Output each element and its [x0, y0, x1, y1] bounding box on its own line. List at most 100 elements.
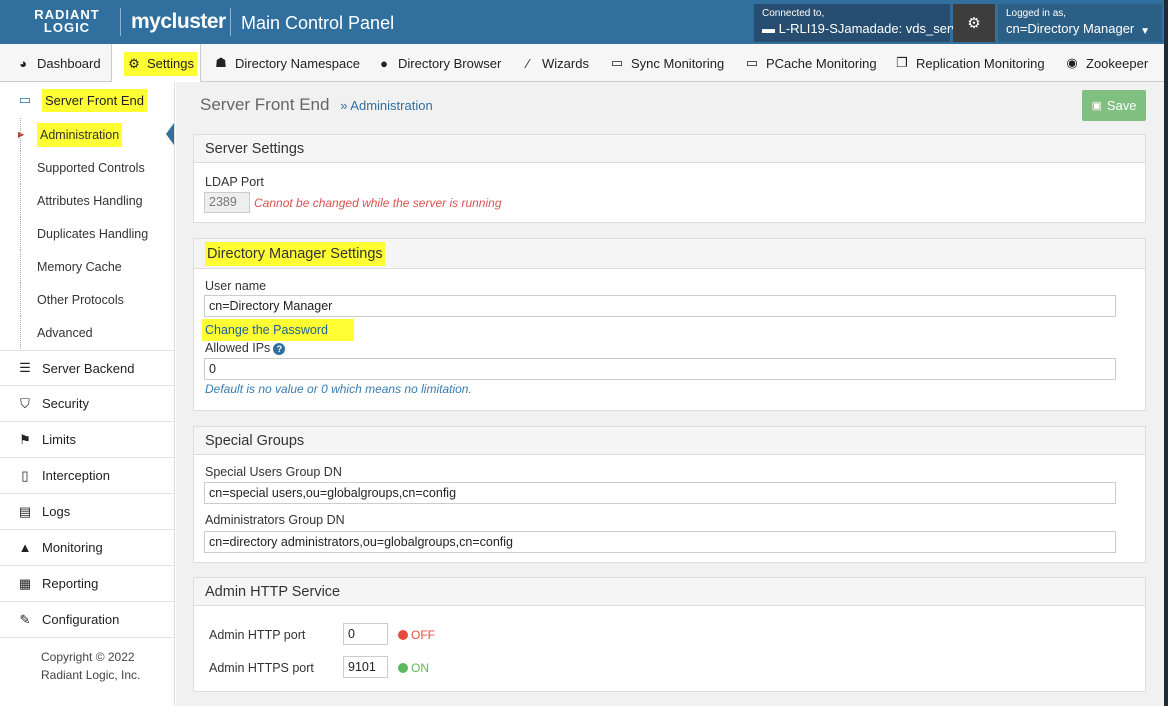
save-label: Save — [1106, 98, 1137, 113]
sidebar-item-duplicates-handling[interactable]: Duplicates Handling — [20, 217, 175, 250]
sidebar-item-label: Supported Controls — [37, 160, 145, 175]
app-frame: RADIANT LOGIC mycluster Main Control Pan… — [0, 0, 1164, 706]
https-status-label: ON — [411, 661, 429, 675]
administrators-label: Administrators Group DN — [205, 513, 345, 527]
sidebar-item-label: Memory Cache — [37, 259, 122, 274]
top-header: RADIANT LOGIC mycluster Main Control Pan… — [0, 0, 1164, 44]
sidebar-section-server-backend[interactable]: ☰ Server Backend — [0, 350, 175, 386]
tab-directory-browser[interactable]: ● Directory Browser — [377, 44, 501, 82]
gear-icon: ⚙ — [967, 15, 981, 32]
tab-replication-monitoring[interactable]: ❐ Replication Monitoring — [895, 44, 1044, 82]
card-title: Special Groups — [194, 427, 1145, 455]
admin-http-port-field[interactable]: 0 — [343, 623, 388, 645]
logo-line2: LOGIC — [43, 20, 91, 35]
breadcrumb-title: Server Front End — [200, 95, 330, 114]
tab-label: Directory Browser — [398, 55, 502, 71]
sidebar-section-interception[interactable]: ▯ Interception — [0, 458, 175, 494]
sidebar-item-attributes-handling[interactable]: Attributes Handling — [20, 184, 175, 217]
allowed-ips-label-wrap: Allowed IPs? — [205, 341, 286, 355]
tab-pcache-monitoring[interactable]: ▭ PCache Monitoring — [745, 44, 877, 82]
http-status[interactable]: OFF — [398, 628, 435, 642]
active-item-marker — [166, 123, 174, 145]
special-users-label: Special Users Group DN — [205, 465, 342, 479]
radiant-logic-logo[interactable]: RADIANT LOGIC — [26, 8, 108, 36]
sidebar-item-advanced[interactable]: Advanced — [20, 316, 175, 349]
flag-icon: ⚑ — [19, 431, 31, 447]
tab-label: Dashboard — [37, 55, 101, 71]
https-status[interactable]: ON — [398, 661, 429, 675]
allowed-ips-hint: Default is no value or 0 which means no … — [205, 382, 472, 396]
connected-label: Connected to, — [762, 8, 825, 19]
administrators-field[interactable]: cn=directory administrators,ou=globalgro… — [204, 531, 1116, 553]
ldap-port-field: 2389 — [204, 192, 250, 213]
sidebar-section-limits[interactable]: ⚑ Limits — [0, 422, 175, 458]
settings-gear-button[interactable]: ⚙ — [953, 4, 995, 42]
allowed-ips-label: Allowed IPs — [205, 341, 271, 355]
panel-title: Main Control Panel — [241, 13, 395, 33]
sidebar-section-label: Security — [42, 396, 89, 411]
sidebar-section-logs[interactable]: ▤ Logs — [0, 494, 175, 530]
copyright: Copyright © 2022 Radiant Logic, Inc. — [41, 648, 140, 684]
admin-https-port-label: Admin HTTPS port — [209, 661, 314, 675]
main-nav: ◕ Dashboard ⚙ Settings ☗ Directory Names… — [0, 44, 1164, 83]
shield-icon: ⛉ — [20, 395, 30, 411]
sidebar-section-reporting[interactable]: ▦ Reporting — [0, 566, 175, 602]
sidebar-section-configuration[interactable]: ✎ Configuration — [0, 602, 175, 638]
admin-https-port-field[interactable]: 9101 — [343, 656, 388, 678]
tab-label: Wizards — [542, 55, 589, 71]
magic-wand-icon: ⁄ — [526, 55, 530, 71]
card-title: Admin HTTP Service — [194, 578, 1145, 606]
admin-http-card: Admin HTTP Service Admin HTTP port 0 OFF… — [193, 577, 1146, 692]
sidebar-item-label: Advanced — [37, 325, 93, 340]
connection-info: Connected to, ▬ L-RLI19-SJamadade: vds_s… — [754, 4, 970, 42]
cluster-name: mycluster — [131, 10, 226, 33]
card-title: Server Settings — [194, 135, 1145, 163]
tab-sync-monitoring[interactable]: ▭ Sync Monitoring — [610, 44, 724, 82]
header-divider — [120, 8, 121, 36]
sidebar-section-label: Interception — [42, 468, 110, 483]
special-groups-card: Special Groups Special Users Group DN cn… — [193, 426, 1146, 563]
wrench-icon: ✎ — [19, 611, 31, 627]
change-password-link[interactable]: Change the Password — [202, 319, 354, 341]
directory-manager-card: Directory Manager Settings User name cn=… — [193, 238, 1146, 411]
user-menu[interactable]: Logged in as, cn=Directory Manager ▼ — [998, 4, 1162, 42]
tab-wizards[interactable]: ⁄ Wizards — [521, 44, 589, 82]
status-off-icon — [398, 630, 408, 640]
sidebar-section-label: Server Backend — [42, 360, 135, 376]
caret-down-icon: ▼ — [1140, 26, 1150, 37]
sidebar-section-label: Server Front End — [42, 88, 147, 112]
username-field[interactable]: cn=Directory Manager — [204, 295, 1116, 317]
allowed-ips-field[interactable]: 0 — [204, 358, 1116, 380]
sidebar-item-administration[interactable]: Administration — [20, 118, 175, 151]
sidebar-item-memory-cache[interactable]: Memory Cache — [20, 250, 175, 283]
tab-dashboard[interactable]: ◕ Dashboard — [16, 44, 101, 82]
breadcrumb-sub[interactable]: » Administration — [340, 98, 433, 113]
eye-icon: ◉ — [1066, 55, 1078, 70]
header-divider — [230, 8, 231, 36]
sidebar-item-other-protocols[interactable]: Other Protocols — [20, 283, 175, 316]
main-content: Server Front End » Administration ▣ Save… — [176, 82, 1164, 706]
tab-directory-namespace[interactable]: ☗ Directory Namespace — [214, 44, 360, 82]
warning-icon: ▲ — [18, 540, 32, 555]
sidebar-section-label: Monitoring — [42, 540, 103, 555]
card-title-wrap: Directory Manager Settings — [194, 239, 1145, 269]
sidebar-section-server-front-end[interactable]: ▭ Server Front End — [0, 82, 175, 118]
sidebar-section-security[interactable]: ⛉ Security — [0, 386, 175, 422]
sidebar-item-label: Administration — [37, 122, 123, 147]
sitemap-icon: ☗ — [215, 55, 227, 70]
tab-zookeeper[interactable]: ◉ Zookeeper — [1065, 44, 1148, 82]
sidebar-item-label: Attributes Handling — [37, 193, 143, 208]
save-icon: ▣ — [1091, 100, 1102, 112]
card-title: Directory Manager Settings — [205, 241, 385, 266]
laptop-icon: ▭ — [18, 92, 32, 107]
tab-settings[interactable]: ⚙ Settings — [111, 44, 201, 83]
help-icon[interactable]: ? — [273, 343, 286, 355]
sidebar-item-supported-controls[interactable]: Supported Controls — [20, 151, 175, 184]
sidebar-item-label: Other Protocols — [37, 292, 124, 307]
connected-server: ▬ L-RLI19-SJamadade: vds_server — [762, 21, 970, 36]
sidebar-section-monitoring[interactable]: ▲ Monitoring — [0, 530, 175, 566]
save-button[interactable]: ▣ Save — [1082, 90, 1146, 121]
tab-label: Settings — [147, 56, 194, 71]
special-users-field[interactable]: cn=special users,ou=globalgroups,cn=conf… — [204, 482, 1116, 504]
copy-icon: ❐ — [896, 55, 908, 70]
